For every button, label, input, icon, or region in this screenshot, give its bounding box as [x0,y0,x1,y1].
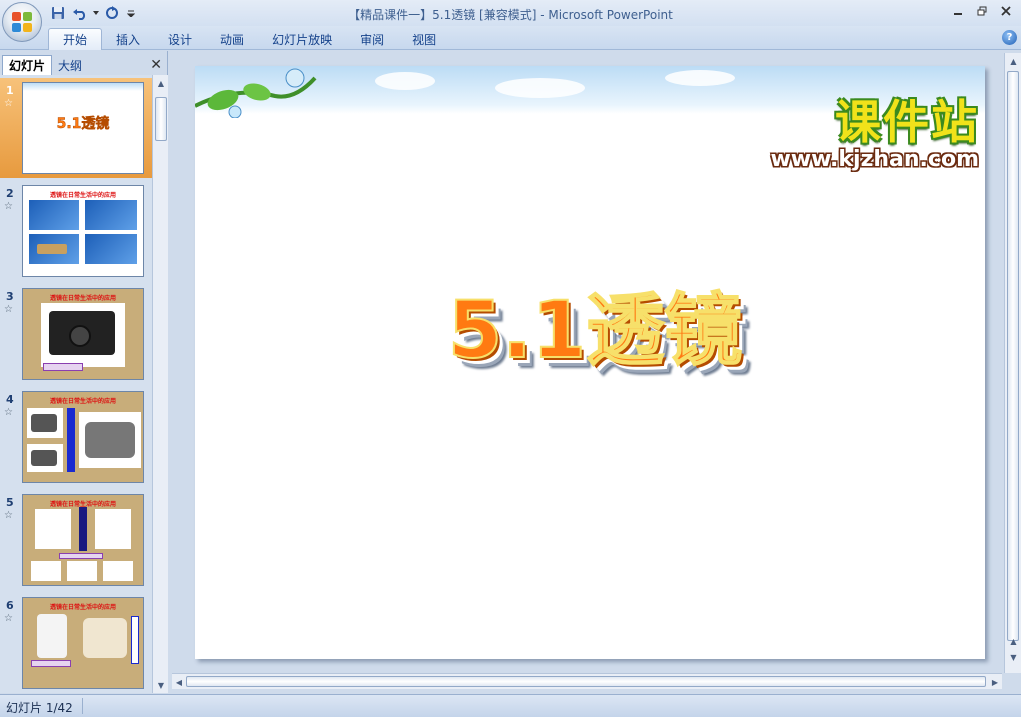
slide-number: 6 [6,599,14,612]
close-panel-button[interactable]: ✕ [150,57,162,73]
slide-thumbnail[interactable]: 3 ☆ 透镜在日常生活中的应用 [0,284,152,384]
tab-slide-show[interactable]: 幻灯片放映 [258,28,346,50]
help-icon: ? [1006,32,1013,43]
window-title: 【精品课件一】5.1透镜 [兼容模式] - Microsoft PowerPoi… [348,8,673,22]
tab-review[interactable]: 审阅 [346,28,398,50]
slide-preview: 透镜在日常生活中的应用 [22,597,144,689]
tab-outline[interactable]: 大纲 [52,55,88,75]
tab-home[interactable]: 开始 [48,28,103,50]
slides-panel: 幻灯片 大纲 ✕ 1 ☆ 5.1透镜 2 ☆ 透镜在日常生活中的应用 3 ☆ 透… [0,51,168,693]
slide-count-status: 幻灯片 1/42 [6,701,73,715]
minimize-button[interactable] [947,2,969,20]
scroll-up-icon[interactable]: ▲ [1005,53,1021,69]
scroll-right-icon[interactable]: ▶ [988,674,1002,690]
slide-preview: 透镜在日常生活中的应用 [22,185,144,277]
animation-star-icon: ☆ [4,407,13,418]
slide-number: 1 [6,84,14,97]
close-window-button[interactable] [995,2,1017,20]
close-icon: ✕ [150,57,162,73]
minimize-icon [954,13,962,15]
slide-preview: 透镜在日常生活中的应用 [22,288,144,380]
slide-preview: 透镜在日常生活中的应用 [22,494,144,586]
tab-insert[interactable]: 插入 [102,28,154,50]
ribbon-tabs: 开始 插入 设计 动画 幻灯片放映 审阅 视图 [48,28,450,50]
brand-watermark: 课件站 www.kjzhan.com [755,96,985,176]
office-logo-icon [12,12,32,32]
leaf-decoration-icon [195,68,317,118]
brand-url: www.kjzhan.com [770,147,979,172]
editor-vertical-scrollbar[interactable]: ▲ ▲ ▼ [1004,53,1021,673]
scroll-up-icon[interactable]: ▲ [153,75,169,91]
status-divider [82,698,83,714]
panel-tabs: 幻灯片 大纲 ✕ [0,53,168,75]
scroll-thumb[interactable] [186,676,986,687]
slide-thumbnail[interactable]: 5 ☆ 透镜在日常生活中的应用 [0,490,152,590]
slide-number: 2 [6,187,14,200]
slide-canvas[interactable]: 课件站 www.kjzhan.com 5.1透镜 [195,66,985,659]
slide-preview-caption: 透镜在日常生活中的应用 [49,192,116,199]
scroll-thumb[interactable] [155,97,167,141]
slide-thumbnail[interactable]: 2 ☆ 透镜在日常生活中的应用 [0,181,152,281]
slide-number: 4 [6,393,14,406]
tab-animations[interactable]: 动画 [206,28,258,50]
animation-star-icon: ☆ [4,613,13,624]
slide-number: 5 [6,496,14,509]
slide-thumbnail[interactable]: 1 ☆ 5.1透镜 [0,78,152,178]
slide-preview-caption: 透镜在日常生活中的应用 [49,604,116,611]
slide-preview-caption: 透镜在日常生活中的应用 [49,295,116,302]
help-button[interactable]: ? [1002,30,1017,45]
tab-view[interactable]: 视图 [398,28,450,50]
scroll-thumb[interactable] [1007,71,1019,641]
slide-editor: 课件站 www.kjzhan.com 5.1透镜 ▲ ▲ ▼ ◀ ▶ [170,51,1021,693]
slide-thumbnail[interactable]: 4 ☆ 透镜在日常生活中的应用 [0,387,152,487]
slide-title[interactable]: 5.1透镜 [405,276,785,386]
slide-thumbnail[interactable]: 6 ☆ 透镜在日常生活中的应用 [0,593,152,693]
tab-design[interactable]: 设计 [154,28,206,50]
status-bar: 幻灯片 1/42 [0,694,1021,717]
slide-preview: 透镜在日常生活中的应用 [22,391,144,483]
next-slide-icon[interactable]: ▼ [1005,649,1021,665]
slide-preview-caption: 透镜在日常生活中的应用 [49,398,116,405]
window-controls [947,2,1017,20]
thumbnail-scrollbar[interactable]: ▲ ▼ [152,75,168,693]
slide-preview: 5.1透镜 [22,82,144,174]
slide-preview-title: 5.1透镜 [56,116,110,133]
slide-number: 3 [6,290,14,303]
animation-star-icon: ☆ [4,98,13,109]
ribbon-tab-strip: 开始 插入 设计 动画 幻灯片放映 审阅 视图 ? [0,26,1021,50]
scroll-left-icon[interactable]: ◀ [172,674,186,690]
editor-horizontal-scrollbar[interactable]: ◀ ▶ [172,673,1002,689]
brand-name: 课件站 [835,95,979,149]
restore-icon [977,6,987,16]
scroll-down-icon[interactable]: ▼ [153,677,169,693]
close-icon [1001,6,1011,16]
previous-slide-icon[interactable]: ▲ [1005,633,1021,649]
cloud-decoration [375,72,435,90]
slide-thumbnail-list: 1 ☆ 5.1透镜 2 ☆ 透镜在日常生活中的应用 3 ☆ 透镜在日常生活中的应… [0,75,152,693]
cloud-decoration [665,70,735,86]
restore-button[interactable] [971,2,993,20]
title-bar: 【精品课件一】5.1透镜 [兼容模式] - Microsoft PowerPoi… [0,0,1021,26]
animation-star-icon: ☆ [4,304,13,315]
tab-slides[interactable]: 幻灯片 [2,55,53,75]
office-button[interactable] [2,2,42,42]
animation-star-icon: ☆ [4,201,13,212]
animation-star-icon: ☆ [4,510,13,521]
cloud-decoration [495,78,585,98]
